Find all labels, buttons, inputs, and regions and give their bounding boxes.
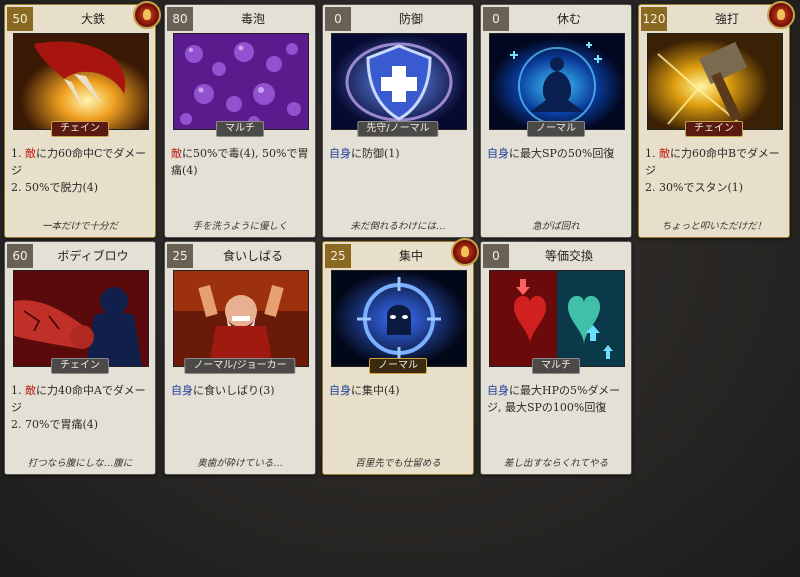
skill-card[interactable]: 120 強打 チェイン 1. 敵に力60命中Bでダメージ 2. 30%でスタン(1) ち… xyxy=(638,1,795,238)
skill-card[interactable]: 50 大鉄 チェイン 1. 敵に力60命中Cでダメージ 2. 50%で脱力(4) 一本だ… xyxy=(4,1,161,238)
card-name: 食いしばる xyxy=(222,249,283,263)
card-art xyxy=(13,270,149,367)
card-cost: 25 xyxy=(167,244,193,268)
card-description: 自身に最大SPの50%回復 xyxy=(487,145,627,207)
card-name: 休む xyxy=(556,12,581,26)
card-flavor-text: 奥歯が砕けている… xyxy=(197,458,283,469)
description-text: に最大SPの50%回復 xyxy=(509,147,615,160)
card-name: 毒泡 xyxy=(240,12,265,26)
card-type-tag: ノーマル xyxy=(527,121,585,137)
description-text: に50%で毒(4), 50%で胃痛(4) xyxy=(171,147,309,177)
card-type-tag: ノーマル/ジョーカー xyxy=(184,358,296,374)
target-keyword: 敵 xyxy=(25,147,36,160)
card-flavor-text: 急がば回れ xyxy=(532,221,580,232)
skill-card[interactable]: 25 集中 ノーマル 自身に集中(4) 百里先でも仕留める xyxy=(322,238,479,475)
description-text: に食いしばり(3) xyxy=(193,384,275,397)
card-type-tag: チェイン xyxy=(51,121,109,137)
skill-card[interactable]: 25 食いしばるノーマル/ジョーカー自身に食いしばり(3) 奥歯が砕けている… xyxy=(164,241,316,475)
card-type-tag: チェイン xyxy=(685,121,743,137)
skill-card[interactable]: 0 防御 先守/ノーマル 自身に防御(1) 未だ倒れるわけには… xyxy=(322,4,474,238)
description-text: 1. xyxy=(11,147,25,160)
card-cost: 60 xyxy=(7,244,33,268)
card-cost: 0 xyxy=(483,7,509,31)
emblem-icon xyxy=(451,238,479,266)
target-keyword: 自身 xyxy=(487,147,509,160)
target-keyword: 自身 xyxy=(329,384,351,397)
card-description: 1. 敵に力60命中Cでダメージ 2. 50%で脱力(4) xyxy=(11,145,151,207)
card-description: 自身に食いしばり(3) xyxy=(171,382,311,444)
description-text: に集中(4) xyxy=(351,384,400,397)
card-cost: 80 xyxy=(167,7,193,31)
card-type-tag: 先守/ノーマル xyxy=(357,121,439,137)
card-description: 自身に集中(4) xyxy=(329,382,469,444)
card-art xyxy=(647,33,783,130)
card-description: 1. 敵に力60命中Bでダメージ 2. 30%でスタン(1) xyxy=(645,145,785,207)
card-type-tag: ノーマル xyxy=(369,358,427,374)
card-flavor-text: 未だ倒れるわけには… xyxy=(350,221,446,232)
description-text: 1. xyxy=(11,384,25,397)
card-flavor-text: 手を洗うように優しく xyxy=(192,221,288,232)
target-keyword: 敵 xyxy=(659,147,670,160)
card-art xyxy=(173,270,309,367)
skill-card[interactable]: 80 毒泡マルチ敵に50%で毒(4), 50%で胃痛(4) 手を洗うように優しく xyxy=(164,4,316,238)
card-name: 等価交換 xyxy=(544,249,593,263)
card-name: 防御 xyxy=(398,12,423,26)
target-keyword: 自身 xyxy=(487,384,509,397)
skill-card[interactable]: 0 等価交換マルチ自身に最大HPの5%ダメージ, 最大SPの100%回復差し出すな… xyxy=(480,241,632,475)
card-cost: 0 xyxy=(325,7,351,31)
card-description: 1. 敵に力40命中Aでダメージ 2. 70%で胃痛(4) xyxy=(11,382,151,444)
skill-card[interactable]: 0 休むノーマル自身に最大SPの50%回復急がば回れ xyxy=(480,4,632,238)
card-art xyxy=(489,33,625,130)
card-type-tag: マルチ xyxy=(216,121,264,137)
card-type-tag: マルチ xyxy=(532,358,580,374)
card-art xyxy=(13,33,149,130)
card-cost: 25 xyxy=(325,244,351,268)
card-flavor-text: ちょっと叩いただけだ！ xyxy=(661,221,767,232)
target-keyword: 敵 xyxy=(171,147,182,160)
card-description: 敵に50%で毒(4), 50%で胃痛(4) xyxy=(171,145,311,207)
description-text: 1. xyxy=(645,147,659,160)
card-description: 自身に防御(1) xyxy=(329,145,469,207)
card-name: ボディブロウ xyxy=(57,249,129,263)
card-flavor-text: 打つなら腹にしな…腹に xyxy=(27,458,133,469)
description-text: に防御(1) xyxy=(351,147,400,160)
card-description: 自身に最大HPの5%ダメージ, 最大SPの100%回復 xyxy=(487,382,627,444)
card-art xyxy=(331,33,467,130)
card-art xyxy=(331,270,467,367)
card-cost: 120 xyxy=(641,7,667,31)
card-flavor-text: 差し出すならくれてやる xyxy=(503,458,609,469)
skill-card[interactable]: 60 ボディブロウチェイン 1. 敵に力40命中Aでダメージ 2. 70%で胃痛(4… xyxy=(4,241,156,475)
card-art xyxy=(173,33,309,130)
target-keyword: 自身 xyxy=(329,147,351,160)
card-cost: 50 xyxy=(7,7,33,31)
emblem-icon xyxy=(133,1,161,29)
card-cost: 0 xyxy=(483,244,509,268)
card-flavor-text: 一本だけで十分だ xyxy=(41,221,118,232)
card-art xyxy=(489,270,625,367)
target-keyword: 自身 xyxy=(171,384,193,397)
emblem-icon xyxy=(767,1,795,29)
card-type-tag: チェイン xyxy=(51,358,109,374)
target-keyword: 敵 xyxy=(25,384,36,397)
card-flavor-text: 百里先でも仕留める xyxy=(355,458,441,469)
